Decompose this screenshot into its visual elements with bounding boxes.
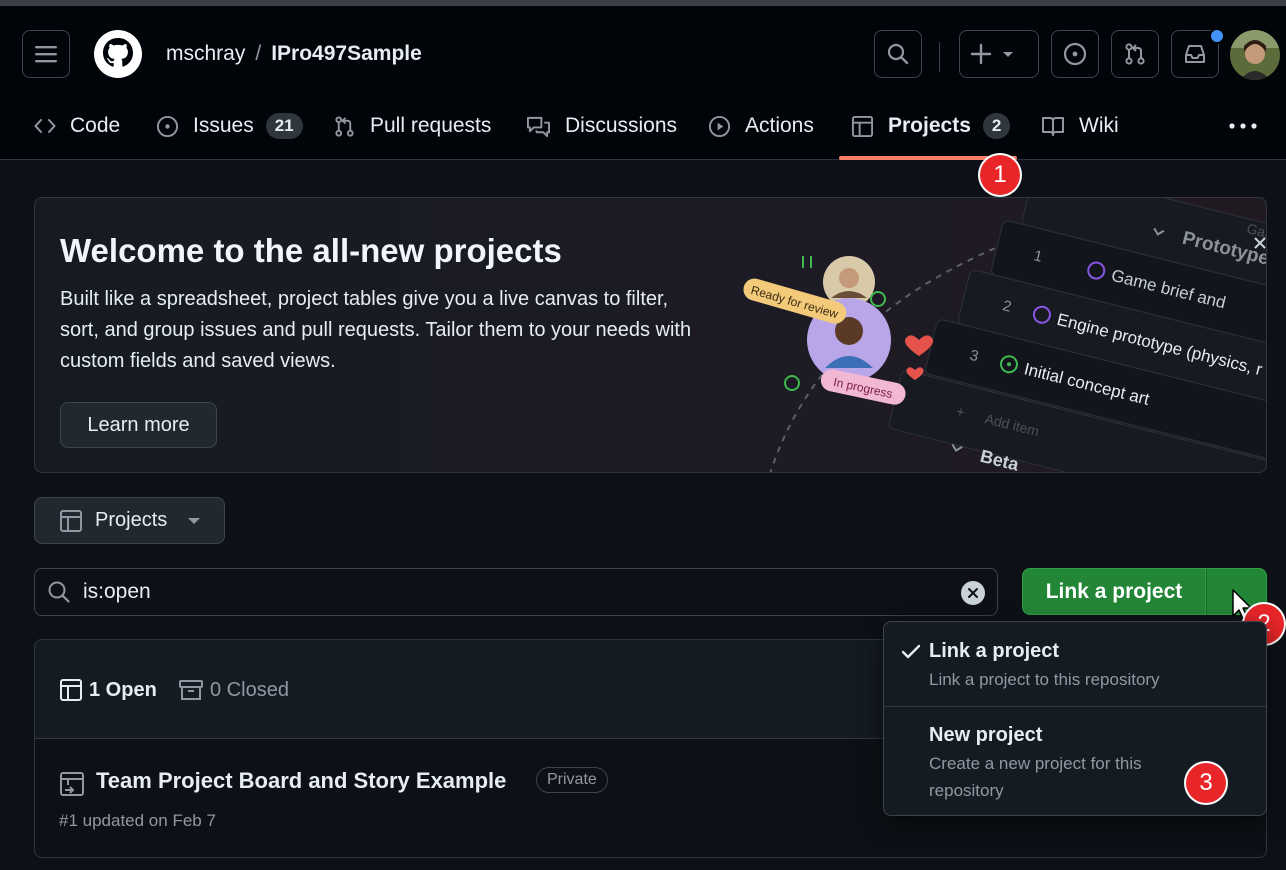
git-pull-request-icon (335, 115, 354, 137)
link-a-project-button[interactable]: Link a project (1022, 568, 1206, 615)
welcome-banner: Welcome to the all-new projects Built li… (34, 197, 1267, 473)
tab-label: Issues (193, 114, 254, 137)
table-icon (60, 679, 82, 701)
menu-button[interactable] (22, 30, 70, 78)
tab-label: Wiki (1079, 114, 1119, 137)
tab-projects[interactable]: Projects 2 (851, 102, 1011, 150)
tab-label: Pull requests (370, 114, 492, 137)
closed-projects-filter[interactable]: 0 Closed (178, 678, 289, 702)
project-title-link[interactable]: Team Project Board and Story Example (96, 768, 506, 794)
pull-requests-shortcut-button[interactable] (1111, 30, 1159, 78)
learn-more-button[interactable]: Learn more (60, 402, 217, 448)
hamburger-icon (35, 46, 57, 63)
plus-icon (970, 43, 1013, 65)
tab-code[interactable]: Code (34, 102, 120, 150)
tab-pull-requests[interactable]: Pull requests (333, 102, 491, 150)
search-button[interactable] (874, 30, 922, 78)
projects-view-select[interactable]: Projects (34, 497, 225, 544)
annotation-badge-1: 1 (980, 155, 1020, 195)
tab-discussions[interactable]: Discussions (526, 102, 677, 150)
menu-item-link-a-project[interactable]: Link a project Link a project to this re… (884, 622, 1266, 706)
kebab-horizontal-icon (1229, 123, 1257, 129)
table-icon (60, 509, 82, 532)
book-icon (1042, 117, 1064, 136)
repo-owner-link[interactable]: mschray (166, 42, 245, 65)
inbox-icon (1185, 45, 1205, 63)
header-divider (939, 42, 940, 72)
user-avatar[interactable] (1230, 30, 1280, 80)
x-icon (968, 588, 978, 598)
projects-view-label: Projects (95, 509, 168, 531)
git-pull-request-icon (1125, 43, 1145, 65)
breadcrumb-separator: / (255, 42, 262, 65)
issue-opened-icon (156, 115, 179, 137)
welcome-description: Built like a spreadsheet, project tables… (60, 288, 692, 372)
play-icon (708, 115, 731, 137)
archive-icon (179, 680, 203, 700)
repo-breadcrumb: mschray / IPro497Sample (166, 40, 422, 68)
search-icon (48, 581, 70, 603)
comment-discussion-icon (526, 116, 550, 137)
open-projects-filter[interactable]: 1 Open (59, 678, 157, 702)
tab-label: Code (70, 114, 121, 137)
closed-count-label: 0 Closed (210, 678, 289, 701)
notification-dot (1209, 28, 1225, 44)
more-tabs-button[interactable] (1226, 116, 1260, 136)
projects-count-badge: 2 (982, 113, 1011, 139)
project-meta: #1 updated on Feb 7 (59, 811, 216, 830)
repo-tabs: Code Issues 21 Pull requests Discussions (0, 102, 1286, 152)
menu-item-description: Link a project to this repository (929, 670, 1160, 689)
check-icon (901, 644, 921, 659)
tab-label: Actions (745, 114, 814, 137)
issues-count-badge: 21 (265, 113, 303, 139)
github-logo-icon[interactable] (94, 30, 142, 78)
tab-label: Projects (888, 114, 971, 137)
menu-item-title: Link a project (929, 640, 1060, 662)
annotation-badge-3: 3 (1186, 763, 1226, 803)
projects-illustration: Game Plan Prototype 1 Game brief and 2 E… (743, 198, 1266, 472)
issues-shortcut-button[interactable] (1051, 30, 1099, 78)
tab-wiki[interactable]: Wiki (1041, 102, 1119, 150)
table-icon (851, 115, 874, 137)
menu-item-title: New project (929, 724, 1043, 746)
tab-actions[interactable]: Actions (708, 102, 814, 150)
project-search-input[interactable] (81, 579, 935, 605)
search-icon (887, 43, 909, 65)
project-search-box[interactable] (34, 568, 998, 616)
menu-item-description: Create a new project for this repository (929, 754, 1142, 800)
issue-opened-icon (1063, 42, 1087, 66)
open-count-label: 1 Open (89, 678, 157, 701)
project-icon (60, 772, 84, 796)
visibility-badge: Private (536, 767, 608, 793)
tab-issues[interactable]: Issues 21 (156, 102, 303, 150)
code-icon (34, 119, 56, 133)
clear-search-button[interactable] (961, 581, 985, 605)
tab-label: Discussions (565, 114, 678, 137)
triangle-down-icon (188, 517, 201, 524)
welcome-title: Welcome to the all-new projects (60, 232, 562, 269)
repo-name-link[interactable]: IPro497Sample (271, 42, 422, 65)
create-new-button[interactable] (959, 30, 1039, 78)
